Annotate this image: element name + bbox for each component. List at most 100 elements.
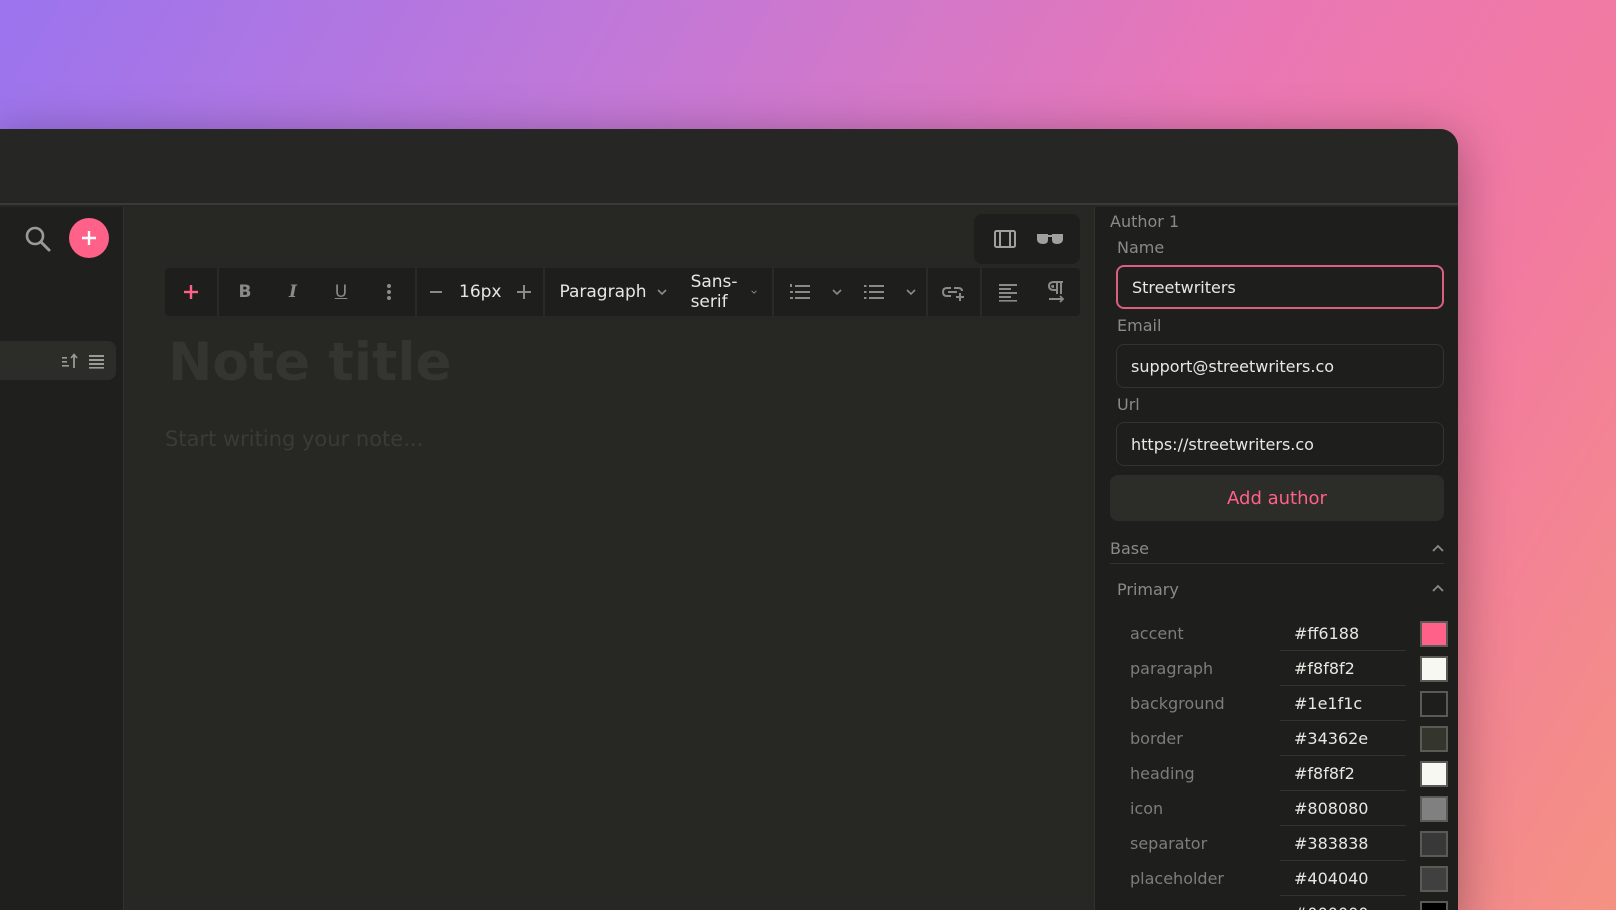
text-style-group: B I U [219,268,417,316]
color-hex-input[interactable]: #f8f8f2 [1280,756,1406,791]
bullet-list-button[interactable] [850,268,898,316]
plus-icon [82,231,96,245]
primary-section-header[interactable]: Primary [1110,574,1444,604]
color-swatch[interactable] [1420,865,1448,892]
align-button[interactable] [984,268,1032,316]
color-name: border [1130,729,1183,748]
author-name-input[interactable]: Streetwriters [1116,265,1444,309]
sidebar-toggle-icon [993,230,1016,248]
ordered-list-icon [789,284,810,299]
font-family-value: Sans-serif [690,272,738,312]
title-bar [0,129,1458,205]
color-row: icon #808080 [1130,791,1448,826]
bold-button[interactable]: B [221,268,269,316]
color-swatch[interactable] [1420,725,1448,752]
author-url-value: https://streetwriters.co [1131,434,1314,454]
new-note-button[interactable] [69,218,109,258]
primary-section-label: Primary [1117,579,1179,599]
italic-button[interactable]: I [269,268,317,316]
author-url-input[interactable]: https://streetwriters.co [1116,422,1444,466]
chevron-down-icon [751,290,758,294]
decrease-font-size-button[interactable] [419,268,453,316]
author-email-input[interactable]: support@streetwriters.co [1116,344,1444,388]
color-row: border #34362e [1130,721,1448,756]
color-hex-input[interactable]: #f8f8f2 [1280,651,1406,686]
font-size-group: 16px [417,268,546,316]
chevron-up-icon [1432,544,1444,552]
color-row: paragraph #f8f8f2 [1130,651,1448,686]
note-body-editor[interactable]: Start writing your note... [165,427,423,451]
color-swatch[interactable] [1420,620,1448,647]
color-hex-input[interactable]: #383838 [1280,826,1406,861]
author-heading: Author 1 [1110,212,1180,231]
color-hex-input[interactable]: #ff6188 [1280,616,1406,651]
insert-button[interactable] [167,268,215,316]
add-link-button[interactable] [930,268,978,316]
search-button[interactable] [24,225,52,253]
font-family-select[interactable]: Sans-serif [679,268,770,316]
color-hex-input[interactable]: #808080 [1280,791,1406,826]
color-hex-input[interactable]: #34362e [1280,721,1406,756]
color-name: separator [1130,834,1208,853]
chevron-down-icon [831,289,842,296]
text-direction-button[interactable] [1032,268,1080,316]
ordered-list-button[interactable] [776,268,824,316]
color-hex-input[interactable]: #404040 [1280,861,1406,896]
color-swatch[interactable] [1420,655,1448,682]
color-row: accent #ff6188 [1130,616,1448,651]
block-type-select[interactable]: Paragraph [547,268,678,316]
editor-area: B I U 16px Paragraph Sans-serif Note tit… [124,207,1094,910]
color-name: background [1130,694,1225,713]
base-section-label: Base [1110,539,1149,558]
sidebar [0,207,124,910]
theme-properties-panel: Author 1 Name Streetwriters Email suppor… [1094,207,1458,910]
add-author-button[interactable]: Add author [1110,475,1444,521]
paragraph-ltr-icon [1047,281,1064,303]
color-hex-input[interactable]: #000000 [1280,896,1406,910]
insert-group [165,268,219,316]
chevron-up-icon [1432,584,1444,592]
add-link-icon [941,287,964,301]
block-format-group: Paragraph Sans-serif [545,268,774,316]
color-row: background #1e1f1c [1130,686,1448,721]
reader-mode-button[interactable] [1035,224,1065,254]
toggle-sidebar-button[interactable] [990,224,1020,254]
align-left-icon [998,284,1017,302]
more-vertical-icon [387,284,391,300]
bullet-list-icon [863,285,884,299]
email-label: Email [1117,316,1162,335]
ordered-list-options-button[interactable] [824,268,850,316]
underline-button[interactable]: U [317,268,365,316]
more-button[interactable] [365,268,413,316]
chevron-down-icon [656,289,667,296]
color-name: placeholder [1130,869,1224,888]
view-mode-button[interactable] [88,351,106,371]
list-view-icon [89,355,104,369]
color-name: heading [1130,764,1195,783]
list-group [774,268,928,316]
url-label: Url [1117,395,1140,414]
color-swatch[interactable] [1420,830,1448,857]
bullet-list-options-button[interactable] [898,268,924,316]
link-group [928,268,982,316]
color-name: paragraph [1130,659,1214,678]
increase-font-size-button[interactable] [507,268,541,316]
sidebar-list-options-row [0,341,116,380]
color-swatch[interactable] [1420,690,1448,717]
color-swatch[interactable] [1420,795,1448,822]
author-email-value: support@streetwriters.co [1131,356,1335,376]
color-name: icon [1130,799,1164,818]
base-section-header[interactable]: Base [1110,534,1444,564]
sort-ascending-icon [62,353,78,368]
plus-icon [517,285,532,299]
color-row: heading #f8f8f2 [1130,756,1448,791]
name-label: Name [1117,238,1165,257]
author-name-value: Streetwriters [1132,277,1236,297]
sort-button[interactable] [60,351,80,371]
color-hex-input[interactable]: #1e1f1c [1280,686,1406,721]
app-window: B I U 16px Paragraph Sans-serif Note tit… [0,129,1458,910]
color-swatch[interactable] [1420,760,1448,787]
note-title-input[interactable]: Note title [168,332,451,393]
alignment-group [982,268,1082,316]
color-swatch[interactable] [1420,900,1448,910]
